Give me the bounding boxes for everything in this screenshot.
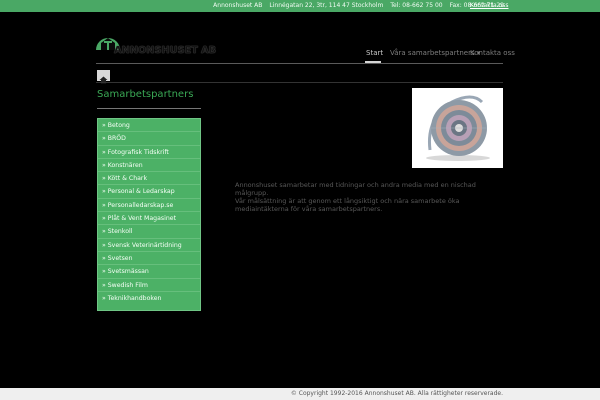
partner-link-fotografisk-tidskrift[interactable]: » Fotografisk Tidskrift xyxy=(98,146,200,159)
logo-text: ANNONSHUSET AB xyxy=(114,45,216,56)
home-icon xyxy=(99,76,108,84)
nav-divider xyxy=(96,63,503,64)
breadcrumb-divider xyxy=(96,82,503,83)
intro-line-1: Annonshuset samarbetar med tidningar och… xyxy=(235,181,476,197)
phone: Tel: 08-662 75 00 xyxy=(390,2,443,9)
company-name: Annonshuset AB xyxy=(213,2,263,9)
partner-link-svensk-veterinartidning[interactable]: » Svensk Veterinärtidning xyxy=(98,239,200,252)
partner-link-brod[interactable]: » BRÖD xyxy=(98,132,200,146)
contact-link[interactable]: Kontakta oss xyxy=(470,1,508,11)
sidebar-divider xyxy=(97,108,201,109)
partner-link-stenkoll[interactable]: » Stenkoll xyxy=(98,225,200,239)
copyright-text: © Copyright 1992-2016 Annonshuset AB. Al… xyxy=(290,390,503,397)
magazine-roll-image xyxy=(412,88,503,168)
partner-link-konstnaren[interactable]: » Konstnären xyxy=(98,159,200,173)
partner-link-personalledarskap[interactable]: » Personalledarskap.se xyxy=(98,199,200,213)
partner-link-plat-vent[interactable]: » Plåt & Vent Magasinet xyxy=(98,212,200,226)
partner-link-personal-ledarskap[interactable]: » Personal & Ledarskap xyxy=(98,185,200,199)
top-bar: Annonshuset AB Linnégatan 22, 3tr, 114 4… xyxy=(0,0,600,12)
intro-line-2: Vår målsättning är att genom ett långsik… xyxy=(235,197,460,213)
partner-link-teknikhandboken[interactable]: » Teknikhandboken xyxy=(98,292,200,305)
nav-start[interactable]: Start xyxy=(366,49,383,57)
sidebar-title: Samarbetspartners xyxy=(97,89,194,100)
partner-link-betong[interactable]: » Betong xyxy=(98,119,200,133)
partner-link-svetsen[interactable]: » Svetsen xyxy=(98,252,200,266)
address: Linnégatan 22, 3tr, 114 47 Stockholm xyxy=(269,2,384,9)
partner-link-svetsmassan[interactable]: » Svetsmässan xyxy=(98,265,200,279)
partner-menu: » Betong » BRÖD » Fotografisk Tidskrift … xyxy=(97,118,201,311)
magazine-roll-icon xyxy=(426,95,490,161)
footer: © Copyright 1992-2016 Annonshuset AB. Al… xyxy=(0,388,600,400)
partner-link-swedish-film[interactable]: » Swedish Film xyxy=(98,279,200,292)
contact-info: Annonshuset AB Linnégatan 22, 3tr, 114 4… xyxy=(213,1,504,11)
nav-contact[interactable]: Kontakta oss xyxy=(470,49,515,57)
home-button[interactable] xyxy=(97,70,110,84)
nav-partners[interactable]: Våra samarbetspartners ▾ xyxy=(390,49,480,57)
logo[interactable]: ANNONSHUSET AB xyxy=(96,29,216,57)
partner-link-kott-chark[interactable]: » Kött & Chark xyxy=(98,172,200,186)
intro-text: Annonshuset samarbetar med tidningar och… xyxy=(235,181,505,213)
